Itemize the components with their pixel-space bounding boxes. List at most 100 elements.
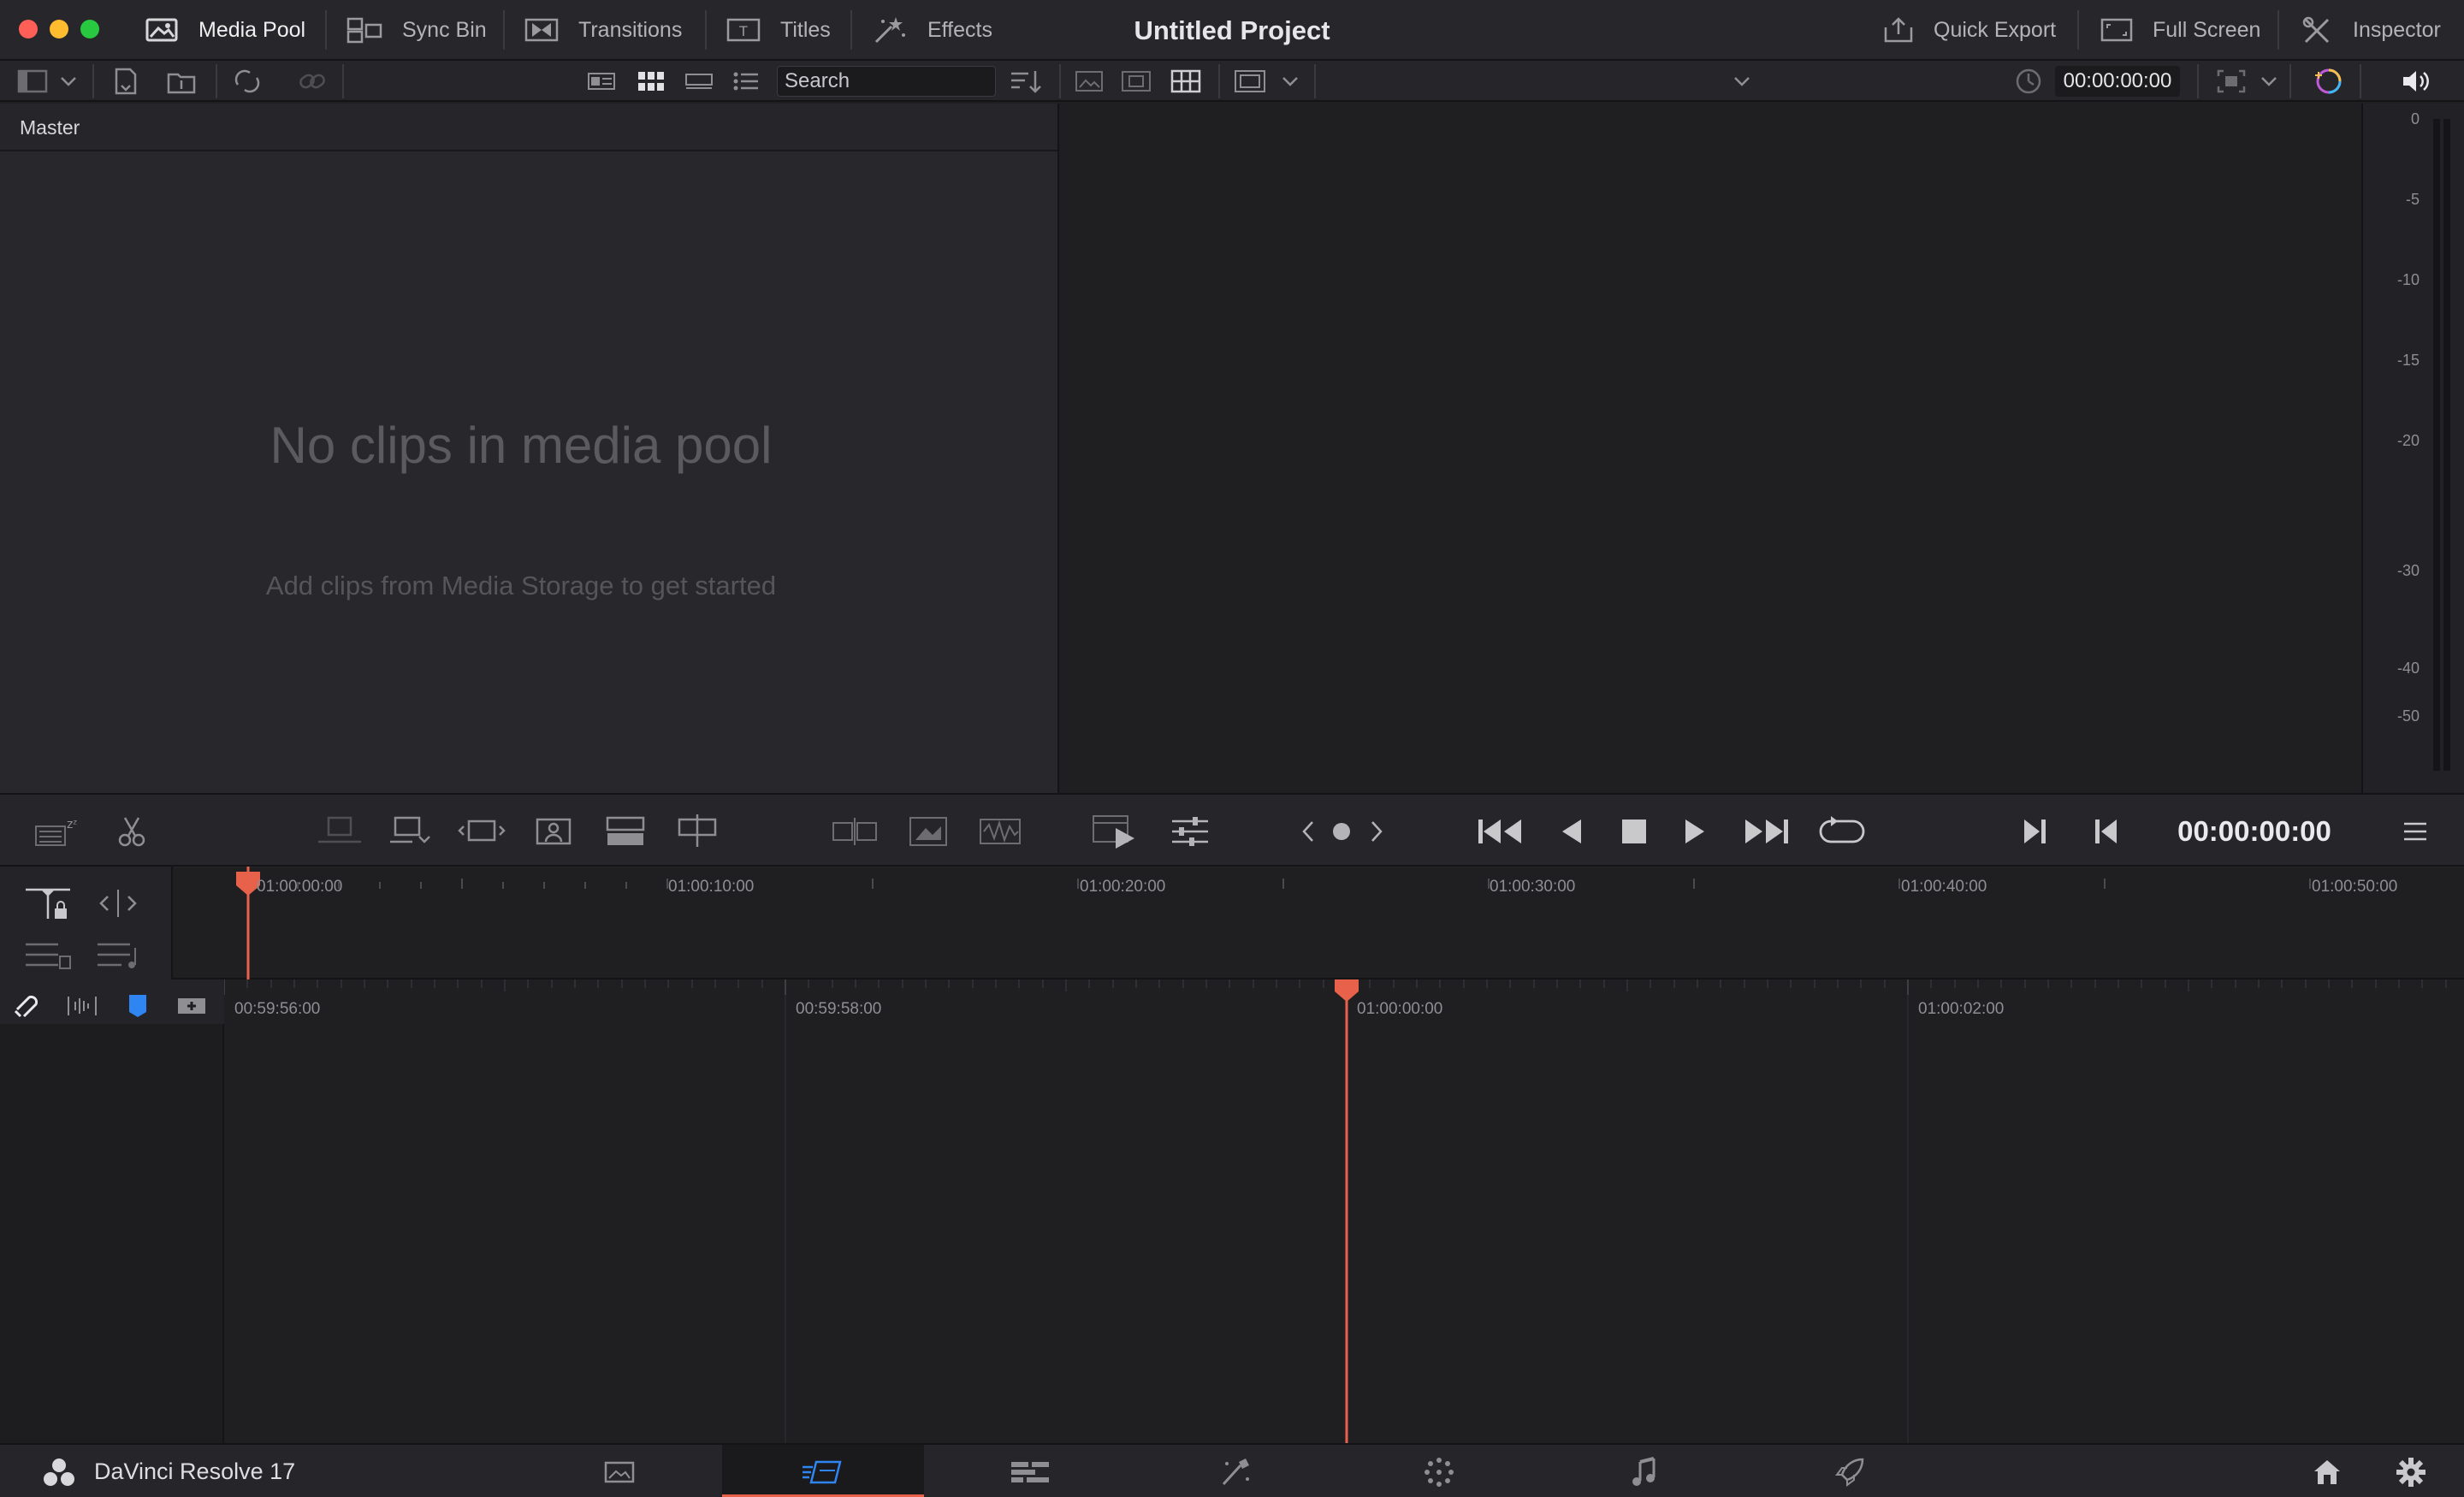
scissors-button[interactable] bbox=[116, 812, 147, 851]
sidebar-options-button[interactable] bbox=[60, 66, 77, 97]
next-edit-button[interactable] bbox=[1367, 812, 1386, 851]
go-to-end-button[interactable] bbox=[1742, 812, 1790, 851]
media-pool-panel[interactable]: Master No clips in media pool Add clips … bbox=[0, 104, 1059, 793]
mark-out-button[interactable] bbox=[2021, 812, 2048, 851]
trim-mode-button[interactable] bbox=[96, 884, 140, 923]
ripple-overwrite-button[interactable] bbox=[457, 812, 506, 851]
page-tab-fusion[interactable] bbox=[1134, 1445, 1336, 1497]
split-clip-button[interactable] bbox=[830, 812, 880, 851]
place-on-top-button[interactable] bbox=[604, 812, 647, 851]
settings-button[interactable] bbox=[2396, 1445, 2426, 1497]
source-overwrite-button[interactable] bbox=[674, 812, 720, 851]
quick-export-button[interactable]: Quick Export bbox=[1882, 9, 2056, 51]
audio-mute-button[interactable] bbox=[2401, 66, 2431, 97]
page-tab-fairlight[interactable] bbox=[1543, 1445, 1745, 1497]
mark-in-button[interactable] bbox=[2093, 812, 2120, 851]
titles-button[interactable]: T Titles bbox=[726, 9, 831, 51]
window-maximize-button[interactable] bbox=[80, 20, 99, 38]
thumbnail-view-button[interactable] bbox=[637, 66, 666, 97]
metadata-view-button[interactable] bbox=[587, 66, 616, 97]
empty-media-pool-title: No clips in media pool bbox=[270, 417, 773, 474]
home-icon bbox=[2312, 1458, 2343, 1487]
lower-ruler[interactable] bbox=[224, 979, 2464, 1443]
sidebar-toggle-button[interactable] bbox=[17, 66, 48, 97]
append-button[interactable] bbox=[387, 812, 433, 851]
lower-timeline[interactable]: 00:59:56:00 00:59:58:00 01:00:00:00 01:0… bbox=[0, 979, 2464, 1443]
window-close-button[interactable] bbox=[19, 20, 38, 38]
video-track-options-button[interactable] bbox=[24, 935, 72, 974]
sort-button[interactable] bbox=[1010, 66, 1042, 97]
lower-ruler-label: 01:00:02:00 bbox=[1918, 1000, 2005, 1018]
playback-settings-button[interactable] bbox=[1170, 812, 1210, 851]
unlink-button[interactable] bbox=[296, 66, 329, 97]
page-tab-color[interactable] bbox=[1338, 1445, 1540, 1497]
full-screen-button[interactable]: Full Screen bbox=[2100, 9, 2260, 51]
quick-export-icon bbox=[1882, 15, 1915, 44]
stop-button[interactable] bbox=[1620, 812, 1648, 851]
safe-area-button[interactable] bbox=[1075, 66, 1104, 97]
track-header bbox=[0, 1024, 224, 1443]
clip-player-button[interactable] bbox=[1092, 812, 1140, 851]
smart-bins-button[interactable]: zᶻ bbox=[34, 812, 86, 851]
list-view-button[interactable] bbox=[732, 66, 760, 97]
smart-insert-button[interactable] bbox=[315, 812, 364, 851]
multicam-button[interactable] bbox=[1170, 66, 1201, 97]
upper-timeline[interactable]: 01:00:00:00 01:00:10:00 01:00:20:00 01:0… bbox=[0, 867, 2464, 979]
page-tab-deliver[interactable] bbox=[1749, 1445, 1951, 1497]
flag-button[interactable] bbox=[127, 986, 149, 1026]
play-button[interactable] bbox=[1682, 812, 1708, 851]
window-minimize-button[interactable] bbox=[50, 20, 68, 38]
import-folder-button[interactable] bbox=[166, 66, 197, 97]
meter-label-30: -30 bbox=[2396, 562, 2420, 579]
bin-name[interactable]: Master bbox=[0, 104, 1057, 151]
transform-button[interactable] bbox=[907, 812, 950, 851]
viewer-mode-dropdown[interactable] bbox=[1282, 66, 1299, 97]
zoom-fit-button[interactable] bbox=[2216, 66, 2247, 97]
page-tab-media[interactable] bbox=[518, 1445, 720, 1497]
strip-view-button[interactable] bbox=[684, 66, 714, 97]
viewer-mode-button[interactable] bbox=[1234, 66, 1266, 97]
color-viewer-button[interactable] bbox=[2312, 66, 2344, 97]
source-timecode[interactable]: 00:00:00:00 bbox=[2055, 66, 2180, 97]
sliders-icon bbox=[1170, 815, 1210, 848]
meter-label-40: -40 bbox=[2396, 660, 2420, 677]
viewer-canvas[interactable] bbox=[1061, 104, 2360, 793]
viewer-options-button[interactable] bbox=[2402, 812, 2428, 851]
add-marker-button[interactable] bbox=[1331, 812, 1352, 851]
timeline-select-dropdown[interactable] bbox=[1733, 66, 1750, 97]
import-media-button[interactable] bbox=[111, 66, 140, 97]
media-pool-button[interactable]: Media Pool bbox=[144, 9, 305, 51]
timecode-mode-button[interactable] bbox=[2014, 66, 2043, 97]
play-reverse-button[interactable] bbox=[1559, 812, 1584, 851]
record-timecode[interactable]: 00:00:00:00 bbox=[2156, 812, 2353, 851]
loop-button[interactable] bbox=[1819, 812, 1865, 851]
upper-ruler[interactable] bbox=[175, 867, 2464, 979]
titles-label: Titles bbox=[780, 17, 831, 42]
viewer-frame-icon bbox=[1234, 69, 1266, 93]
search-input[interactable]: Search bbox=[777, 66, 996, 97]
link-icon bbox=[296, 68, 329, 95]
effects-button[interactable]: Effects bbox=[873, 9, 992, 51]
go-to-start-button[interactable] bbox=[1477, 812, 1525, 851]
inspector-button[interactable]: Inspector bbox=[2301, 9, 2441, 51]
audio-scrub-button[interactable] bbox=[65, 986, 99, 1026]
close-up-button[interactable] bbox=[530, 812, 577, 851]
sync-bin-button[interactable]: Sync Bin bbox=[346, 9, 487, 51]
home-button[interactable] bbox=[2312, 1445, 2343, 1497]
audio-waveform-button[interactable] bbox=[977, 812, 1023, 851]
transitions-button[interactable]: Transitions bbox=[524, 9, 682, 51]
audio-track-options-button[interactable] bbox=[96, 935, 144, 974]
page-tab-edit[interactable] bbox=[929, 1445, 1131, 1497]
timeline-lock-button[interactable] bbox=[24, 884, 72, 923]
snapping-button[interactable] bbox=[12, 986, 43, 1026]
add-track-button[interactable] bbox=[176, 986, 207, 1026]
zoom-dropdown[interactable] bbox=[2260, 66, 2277, 97]
full-screen-label: Full Screen bbox=[2153, 17, 2261, 42]
film-strip-button[interactable] bbox=[1121, 66, 1152, 97]
lower-ruler-label: 00:59:56:00 bbox=[234, 1000, 321, 1018]
relink-button[interactable] bbox=[231, 66, 264, 97]
previous-edit-button[interactable] bbox=[1299, 812, 1318, 851]
page-tab-cut[interactable] bbox=[722, 1445, 924, 1497]
upper-ruler-label: 01:00:10:00 bbox=[668, 878, 755, 896]
effects-label: Effects bbox=[927, 17, 992, 42]
